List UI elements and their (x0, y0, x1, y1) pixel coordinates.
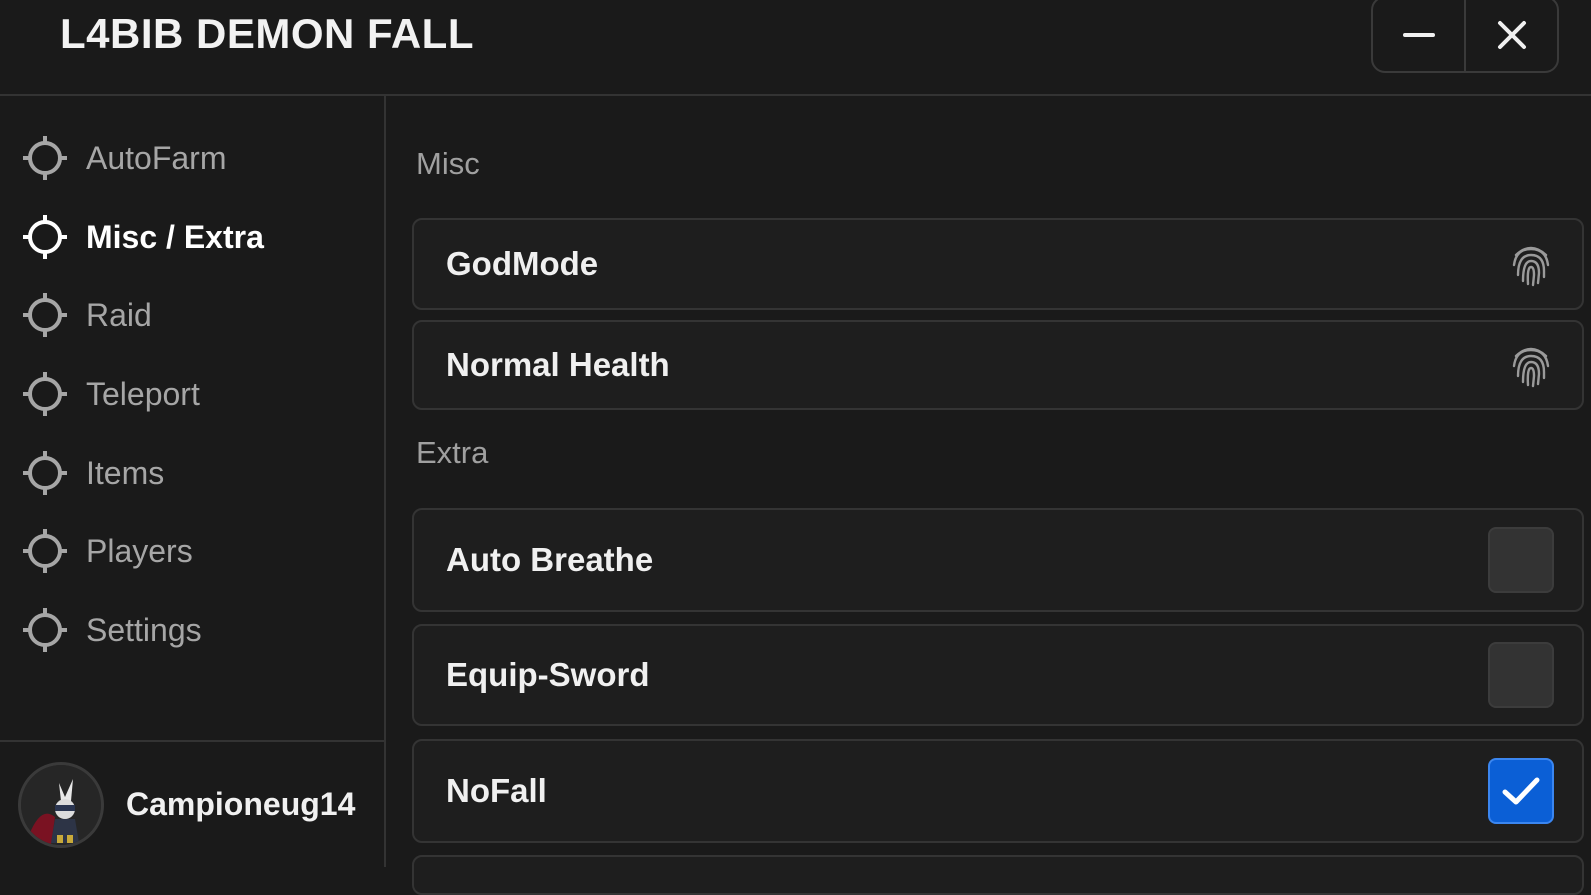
crosshair-icon (23, 372, 67, 416)
nofall-toggle[interactable]: NoFall (412, 739, 1584, 843)
sidebar-item-raid[interactable]: Raid (22, 287, 362, 343)
fingerprint-icon (1512, 246, 1550, 287)
section-title-misc: Misc (416, 146, 480, 181)
avatar-image (21, 765, 101, 845)
minimize-button[interactable] (1373, 0, 1464, 71)
main-content: Misc GodMode Normal Health Extra Auto Br… (386, 96, 1591, 895)
godmode-button[interactable]: GodMode (412, 218, 1584, 310)
sidebar-item-label: Items (86, 454, 165, 491)
row-label: GodMode (446, 245, 599, 282)
close-button[interactable] (1464, 0, 1557, 71)
sidebar-item-players[interactable]: Players (22, 523, 362, 579)
sidebar-item-label: Teleport (86, 375, 200, 412)
sidebar-item-label: Misc / Extra (86, 218, 264, 255)
window-controls (1371, 0, 1559, 73)
sidebar-item-teleport[interactable]: Teleport (22, 366, 362, 422)
user-profile: Campioneug14 (0, 740, 386, 870)
checkmark-icon (1502, 777, 1540, 805)
crosshair-icon (23, 608, 67, 652)
crosshair-icon (23, 136, 67, 180)
minimize-icon (1402, 32, 1435, 37)
crosshair-icon (23, 215, 67, 259)
auto-breathe-toggle[interactable]: Auto Breathe (412, 508, 1584, 612)
equip-sword-checkbox[interactable] (1488, 642, 1554, 708)
avatar[interactable] (18, 762, 104, 848)
equip-sword-toggle[interactable]: Equip-Sword (412, 624, 1584, 726)
title-bar: L4BIB DEMON FALL (0, 0, 1591, 96)
row-label: Auto Breathe (446, 541, 654, 578)
partial-row[interactable] (412, 855, 1584, 895)
window-title: L4BIB DEMON FALL (60, 10, 474, 57)
sidebar-item-misc-extra[interactable]: Misc / Extra (22, 209, 362, 265)
sidebar-item-settings[interactable]: Settings (22, 602, 362, 658)
sidebar-item-autofarm[interactable]: AutoFarm (22, 130, 362, 186)
sidebar-item-label: Settings (86, 611, 202, 648)
sidebar-item-items[interactable]: Items (22, 445, 362, 501)
crosshair-icon (23, 293, 67, 337)
crosshair-icon (23, 451, 67, 495)
section-title-extra: Extra (416, 435, 489, 470)
sidebar: AutoFarm Misc / Extra Raid Teleport Item… (0, 96, 386, 867)
normal-health-button[interactable]: Normal Health (412, 320, 1584, 410)
row-label: NoFall (446, 772, 547, 809)
sidebar-item-label: AutoFarm (86, 139, 227, 176)
row-label: Equip-Sword (446, 656, 650, 693)
sidebar-item-label: Raid (86, 296, 152, 333)
close-icon (1497, 20, 1526, 49)
row-label: Normal Health (446, 346, 670, 383)
username: Campioneug14 (126, 786, 356, 822)
crosshair-icon (23, 529, 67, 573)
nofall-checkbox[interactable] (1488, 758, 1554, 824)
fingerprint-icon (1512, 347, 1550, 388)
sidebar-item-label: Players (86, 532, 193, 569)
auto-breathe-checkbox[interactable] (1488, 527, 1554, 593)
